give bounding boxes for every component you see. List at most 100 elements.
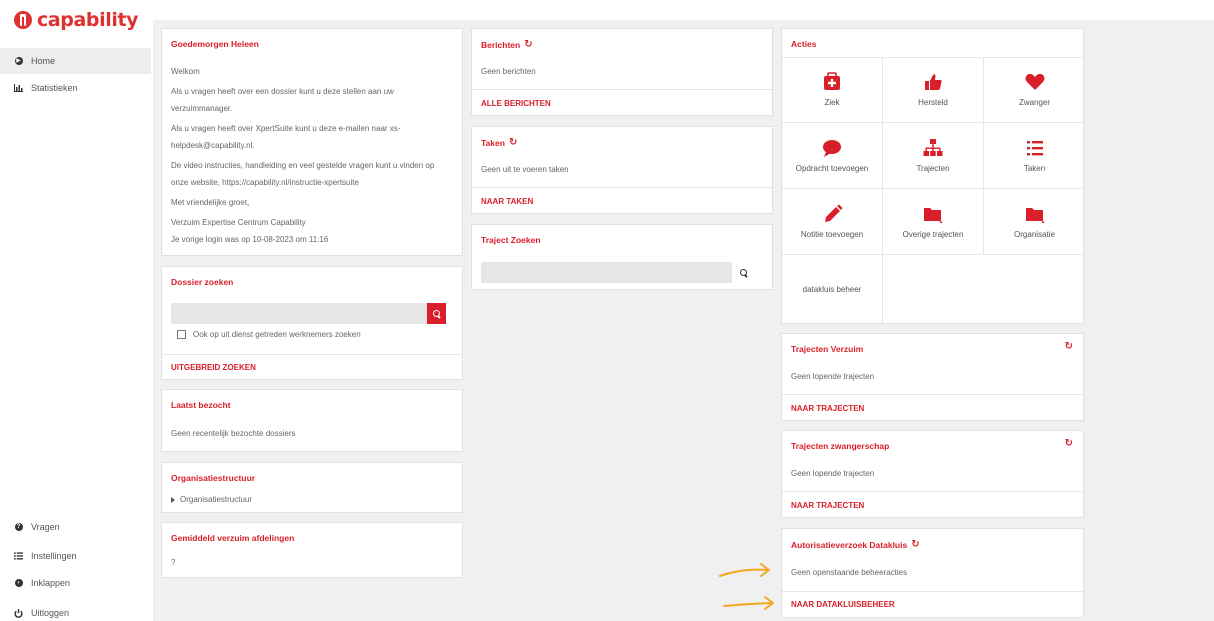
to-trajecten-link[interactable]: NAAR TRAJECTEN <box>791 501 864 510</box>
traject-search-input[interactable] <box>481 262 732 283</box>
welcome-line: De video instructies, handleiding en vee… <box>171 161 435 170</box>
avg-absence-card: Gemiddeld verzuim afdelingen ? <box>161 522 463 578</box>
welcome-line: Welkom <box>171 67 200 76</box>
folder-dropdown-icon <box>924 208 943 224</box>
welcome-line: Als u vragen heeft over XpertSuite kunt … <box>171 124 401 133</box>
dossier-search-input[interactable] <box>171 303 427 324</box>
trajecten-verzuim-text: Geen lopende trajecten <box>791 372 875 381</box>
taken-text: Geen uit te voeren taken <box>481 165 569 174</box>
org-tree-item[interactable]: Organisatiestructuur <box>171 491 252 508</box>
action-label: Trajecten <box>916 164 950 173</box>
divider <box>162 354 462 355</box>
berichten-header: Berichten ↻ <box>481 39 533 50</box>
berichten-card: Berichten ↻ Geen berichten ALLE BERICHTE… <box>471 28 773 116</box>
action-opdracht-toevoegen[interactable]: Opdracht toevoegen <box>782 123 883 189</box>
trajecten-zwangerschap-card: Trajecten zwangerschap ↻ Geen lopende tr… <box>781 430 1084 518</box>
welcome-card: Goedemorgen Heleen Welkom Als u vragen h… <box>161 28 463 256</box>
avg-absence-title: Gemiddeld verzuim afdelingen <box>171 533 295 543</box>
pencil-icon <box>825 204 843 222</box>
welcome-line: Als u vragen heeft over een dossier kunt… <box>171 87 394 96</box>
sidebar-item-label: Vragen <box>31 522 60 532</box>
list-icon <box>1026 141 1043 156</box>
action-label: Ziek <box>824 98 840 107</box>
action-hersteld[interactable]: Hersteld <box>883 57 984 123</box>
dossier-search-title: Dossier zoeken <box>171 277 234 287</box>
action-taken[interactable]: Taken <box>984 123 1085 189</box>
sidebar-item-label: Inklappen <box>31 578 71 588</box>
sidebar-item-vragen[interactable]: ? Vragen <box>0 514 151 540</box>
autorisatie-header: Autorisatieverzoek Datakluis ↻ <box>791 539 920 550</box>
question-circle-icon: ? <box>14 523 23 532</box>
search-icon <box>432 309 441 318</box>
advanced-search-link[interactable]: UITGEBREID ZOEKEN <box>171 363 256 372</box>
welcome-line: helpdesk@capability.nl. <box>171 141 255 150</box>
recent-title: Laatst bezocht <box>171 400 231 410</box>
divider <box>782 491 1083 492</box>
divider <box>472 187 772 188</box>
to-tasks-link[interactable]: NAAR TAKEN <box>481 197 533 206</box>
action-label: Taken <box>1023 164 1046 173</box>
thumbs-up-icon <box>925 74 942 90</box>
action-label: Overige trajecten <box>902 230 964 239</box>
traject-search-title: Traject Zoeken <box>481 235 541 245</box>
annotation-arrow <box>723 596 774 610</box>
brand-name: capability <box>37 9 139 31</box>
autorisatie-text: Geen openstaande beheeracties <box>791 568 908 577</box>
action-organisatie[interactable]: Organisatie <box>984 189 1085 255</box>
action-zwanger[interactable]: Zwanger <box>984 57 1085 123</box>
org-tree-label: Organisatiestructuur <box>180 495 253 504</box>
trajecten-verzuim-title: Trajecten Verzuim <box>791 344 864 354</box>
divider <box>472 89 772 90</box>
welcome-line: Met vriendelijke groet, <box>171 198 250 207</box>
former-employees-checkbox[interactable] <box>177 330 186 339</box>
action-label: Notitie toevoegen <box>800 230 864 239</box>
org-card: Organisatiestructuur Organisatiestructuu… <box>161 462 463 513</box>
action-notitie-toevoegen[interactable]: Notitie toevoegen <box>782 189 883 255</box>
autorisatie-card: Autorisatieverzoek Datakluis ↻ Geen open… <box>781 528 1084 618</box>
action-ziek[interactable]: Ziek <box>782 57 883 123</box>
traject-search-card: Traject Zoeken <box>471 224 773 290</box>
medkit-icon <box>824 72 840 90</box>
refresh-icon[interactable]: ↻ <box>911 539 919 550</box>
play-circle-icon: ▶ <box>14 57 23 65</box>
refresh-icon[interactable]: ↻ <box>1065 438 1073 449</box>
taken-card: Taken ↻ Geen uit te voeren taken NAAR TA… <box>471 126 773 214</box>
action-label: Opdracht toevoegen <box>795 164 869 173</box>
trajecten-zwangerschap-text: Geen lopende trajecten <box>791 469 875 478</box>
all-messages-link[interactable]: ALLE BERICHTEN <box>481 99 551 108</box>
sidebar-item-label: Uitloggen <box>31 608 70 618</box>
power-icon <box>14 608 23 618</box>
divider <box>782 591 1083 592</box>
refresh-icon[interactable]: ↻ <box>1065 341 1073 352</box>
welcome-text: Welkom Als u vragen heeft over een dossi… <box>171 63 461 248</box>
action-datakluis-beheer[interactable]: datakluis beheer <box>782 255 883 323</box>
recent-text: Geen recentelijk bezochte dossiers <box>171 429 296 438</box>
autorisatie-title: Autorisatieverzoek Datakluis <box>791 539 908 550</box>
welcome-title: Goedemorgen Heleen <box>171 39 259 49</box>
action-overige-trajecten[interactable]: Overige trajecten <box>883 189 984 255</box>
sidebar-item-instellingen[interactable]: Instellingen <box>0 543 151 569</box>
bar-chart-icon <box>14 84 23 93</box>
action-trajecten[interactable]: Trajecten <box>883 123 984 189</box>
to-datakluisbeheer-link[interactable]: NAAR DATAKLUISBEHEER <box>791 600 895 609</box>
traject-search-button[interactable] <box>734 262 753 283</box>
divider <box>782 394 1083 395</box>
sidebar-item-statistieken[interactable]: Statistieken <box>0 75 151 101</box>
org-title: Organisatiestructuur <box>171 473 256 483</box>
sidebar-item-uitloggen[interactable]: Uitloggen <box>0 600 151 621</box>
to-trajecten-link[interactable]: NAAR TRAJECTEN <box>791 404 864 413</box>
recent-card: Laatst bezocht Geen recentelijk bezochte… <box>161 389 463 452</box>
welcome-line: onze website, https://capability.nl/inst… <box>171 178 359 187</box>
folder-dropdown-icon <box>1025 208 1045 224</box>
refresh-icon[interactable]: ↻ <box>509 137 517 148</box>
brand-logo[interactable]: capability <box>14 9 139 31</box>
refresh-icon[interactable]: ↻ <box>524 39 532 50</box>
sidebar-item-inklappen[interactable]: ‹ Inklappen <box>0 570 151 596</box>
dossier-search-button[interactable] <box>427 303 446 324</box>
taken-title: Taken <box>481 137 505 148</box>
former-employees-label: Ook op uit dienst getreden werknemers zo… <box>193 330 361 339</box>
trajecten-zwangerschap-title: Trajecten zwangerschap <box>791 441 890 451</box>
sidebar-item-home[interactable]: ▶ Home <box>0 48 151 74</box>
taken-header: Taken ↻ <box>481 137 517 148</box>
search-icon <box>739 268 748 277</box>
